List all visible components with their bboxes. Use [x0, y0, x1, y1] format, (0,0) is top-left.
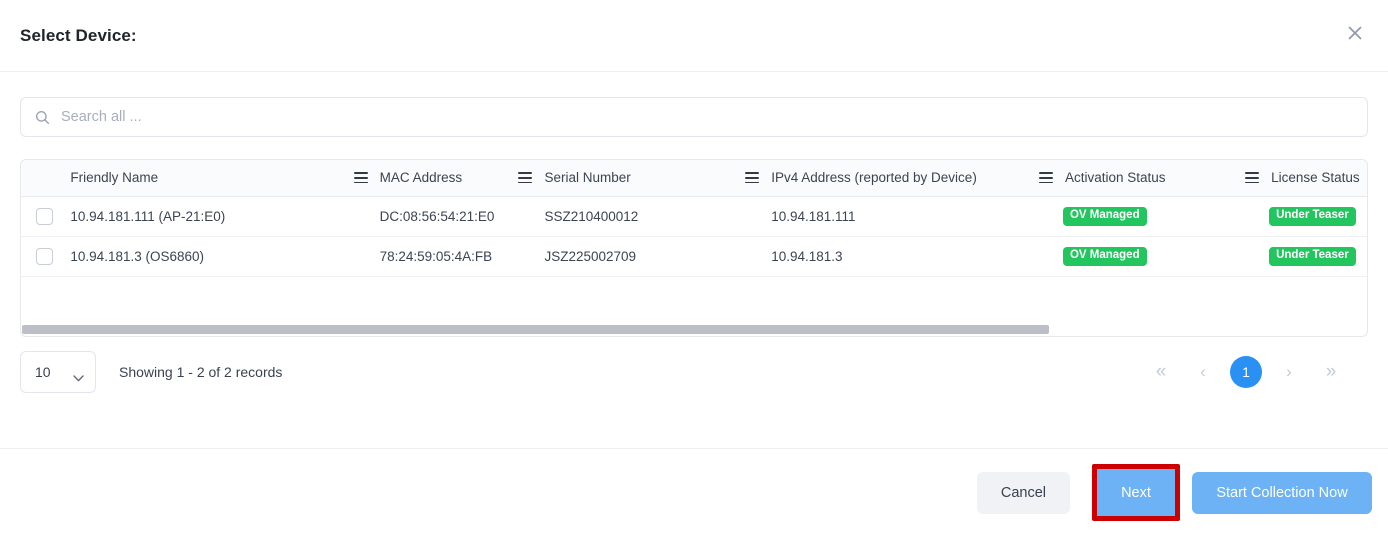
column-header-serial-number[interactable]: Serial Number	[542, 160, 769, 196]
page-size-value: 10	[35, 364, 51, 380]
hamburger-icon[interactable]	[745, 172, 759, 183]
cell-text: 78:24:59:05:4A:FB	[378, 249, 493, 264]
status-badge: Under Teaser	[1269, 247, 1356, 266]
cell-text: 10.94.181.3 (OS6860)	[68, 249, 204, 264]
dialog-footer: Cancel Next Start Collection Now	[0, 448, 1388, 536]
column-header-mac-address[interactable]: MAC Address	[378, 160, 543, 196]
row-checkbox[interactable]	[36, 248, 53, 265]
cell-mac-address: 78:24:59:05:4A:FB	[378, 236, 543, 276]
cell-serial-number: SSZ210400012	[542, 196, 769, 236]
table-body: 10.94.181.111 (AP-21:E0) DC:08:56:54:21:…	[21, 196, 1367, 276]
cell-friendly-name: 10.94.181.111 (AP-21:E0)	[68, 196, 377, 236]
pagination-controls: « ‹ 1 › »	[1146, 356, 1346, 388]
column-header-label: Friendly Name	[68, 170, 158, 185]
select-all-header	[21, 160, 68, 196]
column-header-friendly-name[interactable]: Friendly Name	[68, 160, 377, 196]
device-table: Friendly Name MAC Address Serial Number	[21, 160, 1367, 277]
cell-activation-status: OV Managed	[1063, 236, 1269, 276]
row-select-cell[interactable]	[21, 236, 68, 276]
column-header-label: Serial Number	[542, 170, 630, 185]
horizontal-scrollbar[interactable]	[22, 325, 1366, 334]
cell-serial-number: JSZ225002709	[542, 236, 769, 276]
hamburger-icon[interactable]	[1245, 172, 1259, 183]
chevron-down-icon	[73, 369, 84, 376]
column-header-label: IPv4 Address (reported by Device)	[769, 170, 977, 185]
column-header-license-status[interactable]: License Status	[1269, 160, 1367, 196]
search-icon	[35, 110, 50, 125]
hamburger-icon[interactable]	[518, 172, 532, 183]
first-page-button[interactable]: «	[1146, 357, 1176, 387]
dialog-header: Select Device:	[0, 0, 1388, 72]
cell-friendly-name: 10.94.181.3 (OS6860)	[68, 236, 377, 276]
table-row[interactable]: 10.94.181.111 (AP-21:E0) DC:08:56:54:21:…	[21, 196, 1367, 236]
status-badge: OV Managed	[1063, 247, 1147, 266]
dialog-body: Friendly Name MAC Address Serial Number	[0, 97, 1388, 395]
table-header-row: Friendly Name MAC Address Serial Number	[21, 160, 1367, 196]
status-badge: Under Teaser	[1269, 207, 1356, 226]
column-header-ipv4-address[interactable]: IPv4 Address (reported by Device)	[769, 160, 1063, 196]
cell-text: 10.94.181.3	[769, 249, 842, 264]
column-header-label: MAC Address	[378, 170, 463, 185]
page-title: Select Device:	[20, 26, 137, 46]
column-header-label: License Status	[1269, 170, 1360, 185]
start-collection-button[interactable]: Start Collection Now	[1192, 472, 1372, 514]
close-icon[interactable]	[1344, 22, 1366, 44]
prev-page-button[interactable]: ‹	[1188, 357, 1218, 387]
row-select-cell[interactable]	[21, 196, 68, 236]
cell-mac-address: DC:08:56:54:21:E0	[378, 196, 543, 236]
cell-ipv4-address: 10.94.181.111	[769, 196, 1063, 236]
cell-text: 10.94.181.111 (AP-21:E0)	[68, 209, 225, 224]
cell-text: SSZ210400012	[542, 209, 638, 224]
last-page-button[interactable]: »	[1316, 357, 1346, 387]
status-badge: OV Managed	[1063, 207, 1147, 226]
device-table-container: Friendly Name MAC Address Serial Number	[20, 159, 1368, 337]
cell-activation-status: OV Managed	[1063, 196, 1269, 236]
next-button[interactable]: Next	[1097, 469, 1175, 516]
cell-license-status: Under Teaser	[1269, 196, 1367, 236]
cell-text: DC:08:56:54:21:E0	[378, 209, 495, 224]
cell-license-status: Under Teaser	[1269, 236, 1367, 276]
cell-text: 10.94.181.111	[769, 209, 855, 224]
records-summary: Showing 1 - 2 of 2 records	[119, 364, 282, 380]
search-bar[interactable]	[20, 97, 1368, 137]
pagination-bar: 10 Showing 1 - 2 of 2 records « ‹ 1 › »	[20, 349, 1368, 395]
table-row[interactable]: 10.94.181.3 (OS6860) 78:24:59:05:4A:FB J…	[21, 236, 1367, 276]
cell-ipv4-address: 10.94.181.3	[769, 236, 1063, 276]
row-checkbox[interactable]	[36, 208, 53, 225]
cancel-button[interactable]: Cancel	[977, 472, 1070, 514]
column-header-label: Activation Status	[1063, 170, 1166, 185]
page-number-1[interactable]: 1	[1230, 356, 1262, 388]
hamburger-icon[interactable]	[1039, 172, 1053, 183]
scrollbar-thumb[interactable]	[22, 325, 1049, 334]
hamburger-icon[interactable]	[354, 172, 368, 183]
search-input[interactable]	[61, 109, 1353, 125]
page-size-select[interactable]: 10	[20, 351, 96, 393]
next-button-highlight: Next	[1092, 464, 1180, 521]
table-header: Friendly Name MAC Address Serial Number	[21, 160, 1367, 196]
column-header-activation-status[interactable]: Activation Status	[1063, 160, 1269, 196]
next-page-button[interactable]: ›	[1274, 357, 1304, 387]
cell-text: JSZ225002709	[542, 249, 636, 264]
